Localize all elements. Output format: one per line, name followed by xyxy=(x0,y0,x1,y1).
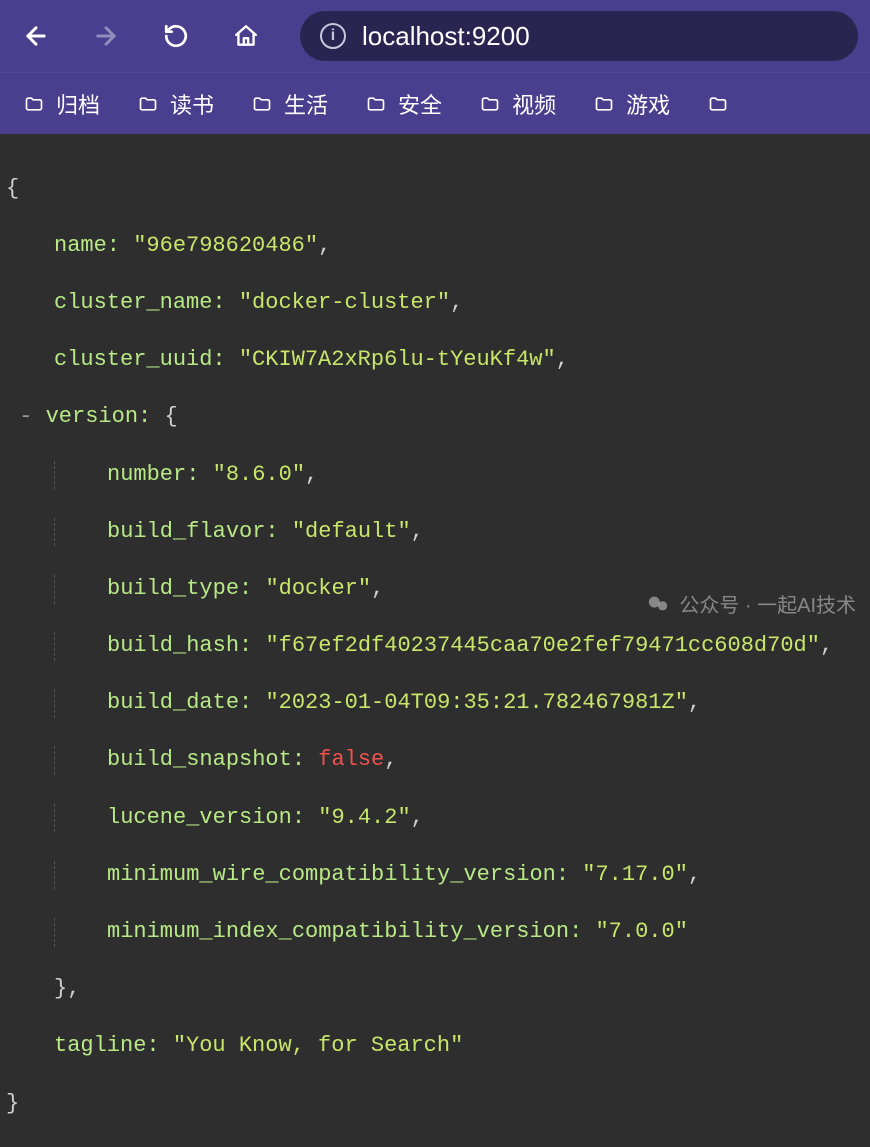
json-key: number: xyxy=(107,462,199,487)
bookmark-life[interactable]: 生活 xyxy=(250,88,328,120)
json-key: tagline: xyxy=(54,1033,160,1058)
wechat-icon xyxy=(645,593,671,615)
json-value: "You Know, for Search" xyxy=(173,1033,463,1058)
browser-toolbar: i localhost:9200 xyxy=(0,0,870,72)
home-button[interactable] xyxy=(222,12,270,60)
bookmark-video[interactable]: 视频 xyxy=(478,88,556,120)
json-value: "9.4.2" xyxy=(318,805,410,830)
forward-button[interactable] xyxy=(82,12,130,60)
json-key: cluster_uuid: xyxy=(54,347,226,372)
json-value: "2023-01-04T09:35:21.782467981Z" xyxy=(265,690,687,715)
json-value: "default" xyxy=(292,519,411,544)
json-value: "96e798620486" xyxy=(133,233,318,258)
folder-icon xyxy=(592,94,616,114)
folder-icon xyxy=(250,94,274,114)
bookmark-label: 游戏 xyxy=(626,88,670,120)
folder-icon xyxy=(364,94,388,114)
url-text: localhost:9200 xyxy=(362,21,530,52)
collapse-toggle[interactable]: - xyxy=(19,404,32,429)
reload-button[interactable] xyxy=(152,12,200,60)
bookmark-label: 生活 xyxy=(284,88,328,120)
json-key: build_type: xyxy=(107,576,252,601)
reload-icon xyxy=(163,23,189,49)
bookmark-reading[interactable]: 读书 xyxy=(136,88,214,120)
home-icon xyxy=(233,23,259,49)
json-key: version: xyxy=(46,404,152,429)
bookmark-security[interactable]: 安全 xyxy=(364,88,442,120)
arrow-left-icon xyxy=(22,22,50,50)
json-key: minimum_wire_compatibility_version: xyxy=(107,862,569,887)
back-button[interactable] xyxy=(12,12,60,60)
json-value: false xyxy=(318,747,384,772)
url-bar[interactable]: i localhost:9200 xyxy=(300,11,858,61)
json-value: "docker-cluster" xyxy=(239,290,450,315)
json-key: cluster_name: xyxy=(54,290,226,315)
json-key: lucene_version: xyxy=(107,805,305,830)
json-key: minimum_index_compatibility_version: xyxy=(107,919,582,944)
bookmarks-bar: 归档 读书 生活 安全 视频 游戏 xyxy=(0,72,870,134)
folder-icon xyxy=(706,94,730,114)
bookmark-archive[interactable]: 归档 xyxy=(22,88,100,120)
folder-icon xyxy=(136,94,160,114)
watermark-text: 公众号 · 一起AI技术 xyxy=(679,589,856,618)
bookmark-label: 归档 xyxy=(56,88,100,120)
json-value: "7.0.0" xyxy=(595,919,687,944)
json-viewer: { name: "96e798620486", cluster_name: "d… xyxy=(0,134,870,1147)
json-value: "7.17.0" xyxy=(582,862,688,887)
json-value: "docker" xyxy=(265,576,371,601)
bookmark-label: 安全 xyxy=(398,88,442,120)
bookmark-games[interactable]: 游戏 xyxy=(592,88,670,120)
bookmark-more[interactable] xyxy=(706,94,730,114)
bookmark-label: 读书 xyxy=(170,88,214,120)
folder-icon xyxy=(478,94,502,114)
site-info-icon[interactable]: i xyxy=(320,23,346,49)
bookmark-label: 视频 xyxy=(512,88,556,120)
json-value: "f67ef2df40237445caa70e2fef79471cc608d70… xyxy=(265,633,820,658)
json-key: build_date: xyxy=(107,690,252,715)
json-key: build_snapshot: xyxy=(107,747,305,772)
json-key: build_hash: xyxy=(107,633,252,658)
json-key: name: xyxy=(54,233,120,258)
arrow-right-icon xyxy=(92,22,120,50)
folder-icon xyxy=(22,94,46,114)
json-key: build_flavor: xyxy=(107,519,279,544)
watermark: 公众号 · 一起AI技术 xyxy=(645,589,856,618)
json-value: "8.6.0" xyxy=(213,462,305,487)
json-value: "CKIW7A2xRp6lu-tYeuKf4w" xyxy=(239,347,556,372)
